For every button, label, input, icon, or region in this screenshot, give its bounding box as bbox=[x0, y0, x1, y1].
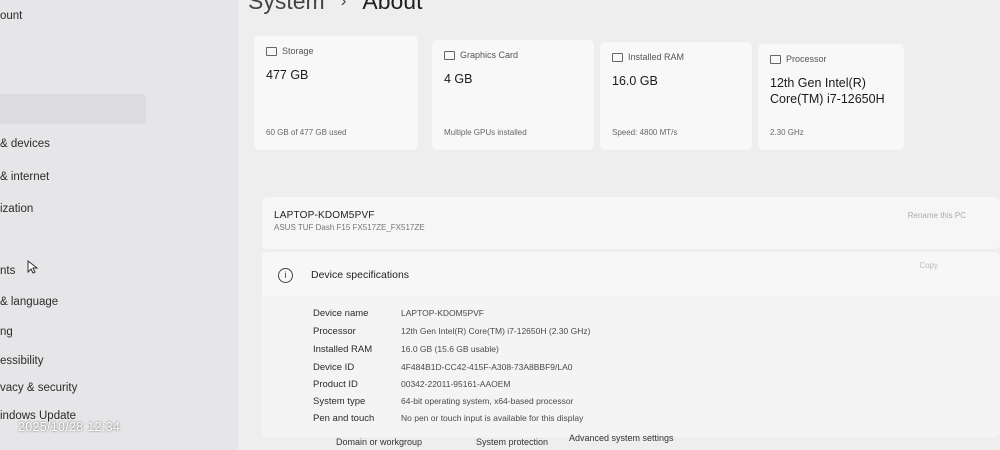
graphics-sub: Multiple GPUs installed bbox=[444, 128, 527, 137]
ram-card-header: Installed RAM bbox=[612, 52, 685, 63]
device-name: LAPTOP-KDOM5PVF bbox=[274, 210, 375, 221]
storage-card[interactable]: Storage 477 GB 60 GB of 477 GB used bbox=[254, 36, 418, 150]
breadcrumb-parent[interactable]: System bbox=[248, 0, 325, 14]
rename-pc-button[interactable]: Rename this PC bbox=[908, 211, 966, 220]
graphics-label: Graphics Card bbox=[460, 50, 519, 60]
domain-workgroup-link[interactable]: Domain or workgroup bbox=[336, 437, 422, 447]
sidebar-item-privacy-security[interactable]: vacy & security bbox=[0, 382, 77, 394]
processor-icon bbox=[770, 55, 781, 65]
sidebar-item-personalization[interactable]: ization bbox=[0, 203, 33, 215]
photo-timestamp: 2025/10/28 12:34 bbox=[18, 420, 121, 434]
memory-icon bbox=[612, 53, 623, 63]
sidebar-item-time-language[interactable]: & language bbox=[0, 296, 58, 308]
spec-key: Device name bbox=[313, 308, 369, 319]
device-name-panel: LAPTOP-KDOM5PVF ASUS TUF Dash F15 FX517Z… bbox=[262, 197, 1000, 249]
spec-value: 12th Gen Intel(R) Core(TM) i7-12650H (2.… bbox=[401, 326, 591, 336]
processor-speed: 2.30 GHz bbox=[770, 128, 804, 137]
sidebar-item-accessibility[interactable]: essibility bbox=[0, 355, 43, 367]
main-content: System › About Storage 477 GB 60 GB of 477… bbox=[238, 0, 1000, 450]
spec-key: Pen and touch bbox=[313, 413, 375, 424]
spec-value: 4F484B1D-CC42-415F-A308-73A8BBF9/LA0 bbox=[401, 362, 573, 372]
spec-value: LAPTOP-KDOM5PVF bbox=[401, 308, 484, 318]
spec-key: Device ID bbox=[313, 362, 355, 373]
processor-value: 12th Gen Intel(R) Core(TM) i7-12650H bbox=[770, 76, 885, 106]
spec-value: 16.0 GB (15.6 GB usable) bbox=[401, 344, 499, 354]
specs-header[interactable]: i Device specifications Copy bbox=[262, 252, 1000, 296]
sidebar-item-accounts-2[interactable]: nts bbox=[0, 265, 15, 277]
sidebar: ount & devices & internet ization nts & … bbox=[0, 0, 238, 450]
processor-card[interactable]: Processor 12th Gen Intel(R) Core(TM) i7-… bbox=[758, 44, 904, 150]
graphics-card-header: Graphics Card bbox=[444, 50, 519, 61]
mouse-cursor-icon bbox=[27, 260, 39, 274]
advanced-system-settings-link[interactable]: Advanced system settings bbox=[569, 433, 674, 443]
spec-value: No pen or touch input is available for t… bbox=[401, 413, 584, 423]
sidebar-item-network[interactable]: & internet bbox=[0, 171, 49, 183]
sidebar-selected-highlight bbox=[0, 94, 146, 124]
processor-card-header: Processor bbox=[770, 54, 827, 65]
storage-value: 477 GB bbox=[266, 68, 309, 82]
storage-card-header: Storage bbox=[266, 46, 314, 57]
ram-card[interactable]: Installed RAM 16.0 GB Speed: 4800 MT/s bbox=[600, 42, 752, 150]
storage-label: Storage bbox=[282, 46, 314, 56]
spec-value: 64-bit operating system, x64-based proce… bbox=[401, 396, 574, 406]
copy-button[interactable]: Copy bbox=[919, 261, 938, 270]
info-icon: i bbox=[278, 268, 293, 283]
graphics-card[interactable]: Graphics Card 4 GB Multiple GPUs install… bbox=[432, 40, 594, 150]
graphics-value: 4 GB bbox=[444, 72, 473, 86]
spec-value: 00342-22011-95161-AAOEM bbox=[401, 379, 511, 389]
spec-key: Product ID bbox=[313, 379, 358, 390]
ram-label: Installed RAM bbox=[628, 52, 685, 62]
breadcrumb-chevron-icon: › bbox=[340, 0, 347, 10]
ram-speed: Speed: 4800 MT/s bbox=[612, 128, 678, 137]
storage-icon bbox=[266, 47, 277, 57]
device-model: ASUS TUF Dash F15 FX517ZE_FX517ZE bbox=[274, 223, 425, 232]
sidebar-item-devices[interactable]: & devices bbox=[0, 138, 50, 150]
spec-key: System type bbox=[313, 396, 366, 407]
sidebar-item-accounts[interactable]: ount bbox=[0, 10, 22, 22]
ram-value: 16.0 GB bbox=[612, 74, 658, 88]
system-protection-link[interactable]: System protection bbox=[476, 437, 548, 447]
specs-title: Device specifications bbox=[311, 269, 410, 281]
spec-key: Installed RAM bbox=[313, 344, 373, 355]
device-specifications-panel: i Device specifications Copy Device name… bbox=[262, 252, 1000, 437]
sidebar-item-gaming[interactable]: ng bbox=[0, 326, 13, 338]
processor-label: Processor bbox=[786, 54, 827, 64]
graphics-card-icon bbox=[444, 51, 455, 61]
storage-usage: 60 GB of 477 GB used bbox=[266, 128, 347, 137]
breadcrumb: System › About bbox=[248, 0, 422, 15]
spec-key: Processor bbox=[313, 326, 356, 337]
page-title: About bbox=[362, 0, 423, 14]
